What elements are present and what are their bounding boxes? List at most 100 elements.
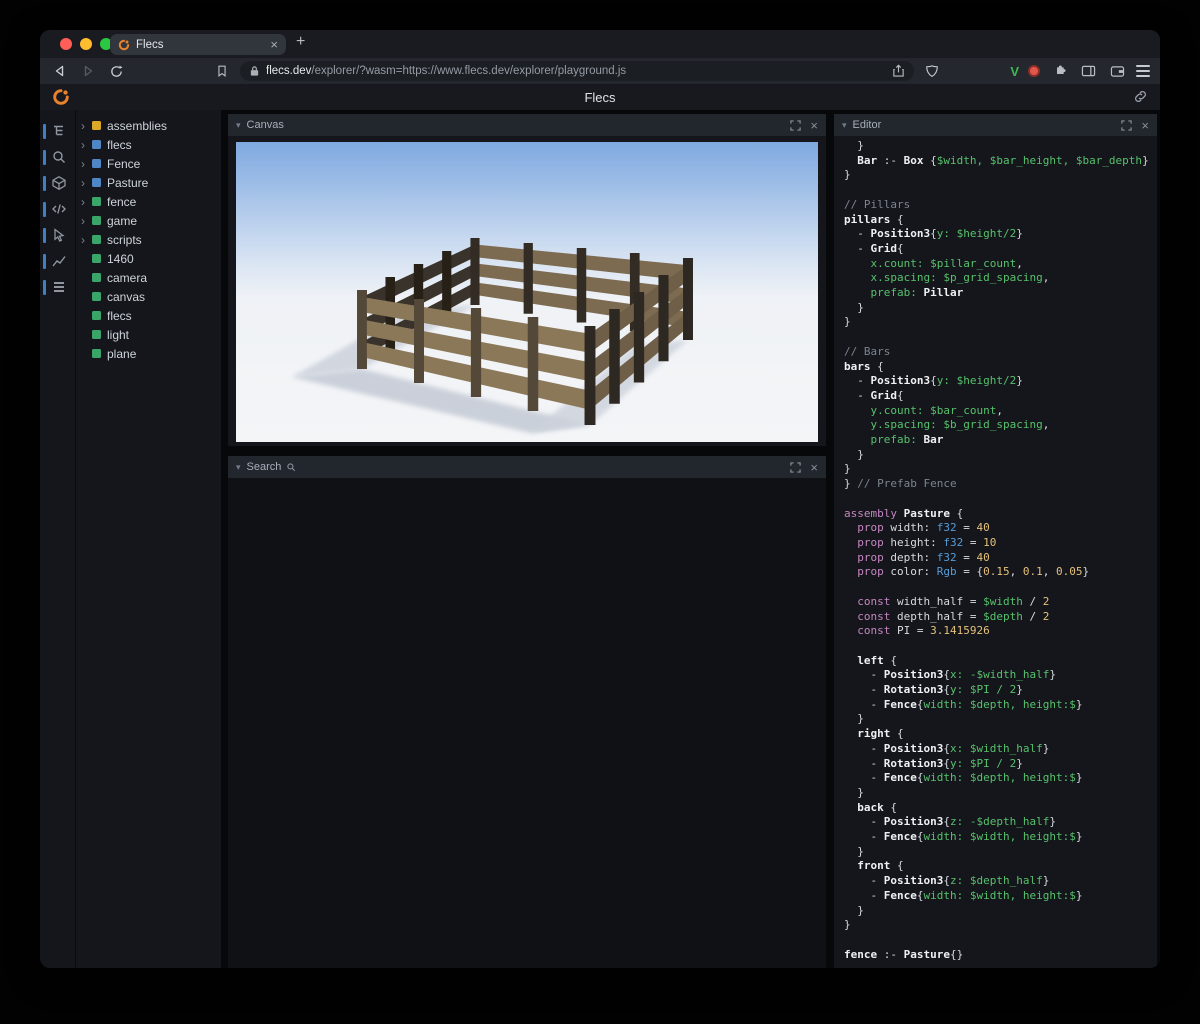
tree-item-1460[interactable]: 1460: [76, 249, 221, 268]
sidebar-code-button[interactable]: [40, 196, 75, 222]
collapse-chevron-icon[interactable]: ▾: [236, 462, 241, 473]
tree-item-fence[interactable]: › fence: [76, 192, 221, 211]
code-line: bars {: [844, 359, 884, 373]
sidebar-inspect-button[interactable]: [40, 222, 75, 248]
tab-title: Flecs: [136, 38, 164, 51]
entity-color-square: [92, 121, 101, 130]
active-indicator: [43, 227, 46, 243]
entity-color-square: [92, 140, 101, 149]
sidebar-search-button[interactable]: [40, 144, 75, 170]
browser-window: Flecs × + flecs.dev/explorer/?wasm=https…: [40, 30, 1160, 968]
close-panel-icon[interactable]: ×: [810, 461, 818, 474]
expand-panel-icon[interactable]: [1121, 119, 1133, 131]
entity-color-square: [92, 330, 101, 339]
editor-panel: ▾ Editor × } Bar :- Box {$width, $bar_he…: [834, 114, 1157, 968]
entity-label: plane: [107, 346, 137, 361]
search-panel: ▾ Search ×: [228, 456, 826, 968]
url-bar[interactable]: flecs.dev/explorer/?wasm=https://www.fle…: [240, 61, 915, 81]
menu-button[interactable]: [1136, 65, 1150, 77]
search-panel-body[interactable]: [228, 478, 826, 968]
sidebar-stats-button[interactable]: [40, 248, 75, 274]
tree-item-flecs[interactable]: flecs: [76, 306, 221, 325]
expand-chevron-icon[interactable]: ›: [81, 196, 92, 208]
expand-panel-icon[interactable]: [790, 461, 802, 473]
code-line: assembly Pasture {: [844, 506, 964, 520]
code-line: back {: [857, 800, 897, 814]
expand-chevron-icon[interactable]: ›: [81, 139, 92, 151]
code-line: }: [844, 462, 851, 476]
active-indicator: [43, 149, 46, 165]
window-minimize-button[interactable]: [80, 38, 92, 50]
new-tab-button[interactable]: +: [296, 33, 305, 51]
back-button[interactable]: [50, 61, 70, 81]
entity-label: camera: [107, 270, 148, 285]
expand-chevron-icon[interactable]: ›: [81, 177, 92, 189]
code-line: }: [844, 844, 864, 858]
sidebar-tree-button[interactable]: [40, 118, 75, 144]
browser-tab[interactable]: Flecs ×: [110, 34, 286, 55]
editor-code[interactable]: } Bar :- Box {$width, $bar_height, $bar_…: [834, 136, 1157, 968]
tree-item-canvas[interactable]: canvas: [76, 287, 221, 306]
canvas-panel-body: [228, 136, 826, 446]
tab-strip: Flecs × +: [40, 30, 1160, 58]
search-panel-header[interactable]: ▾ Search ×: [228, 456, 826, 478]
expand-chevron-icon[interactable]: ›: [81, 120, 92, 132]
entity-color-square: [92, 178, 101, 187]
sidebar-entities-button[interactable]: [40, 170, 75, 196]
search-icon: [51, 149, 67, 165]
entity-label: canvas: [107, 289, 146, 304]
tree-item-flecs[interactable]: › flecs: [76, 135, 221, 154]
expand-panel-icon[interactable]: [790, 119, 802, 131]
canvas-panel: ▾ Canvas ×: [228, 114, 826, 446]
wallet-button[interactable]: [1107, 61, 1127, 81]
tab-close-icon[interactable]: ×: [270, 38, 278, 51]
code-line: // Bars: [844, 344, 891, 358]
tree-item-Pasture[interactable]: › Pasture: [76, 173, 221, 192]
expand-chevron-icon[interactable]: ›: [81, 158, 92, 170]
window-close-button[interactable]: [60, 38, 72, 50]
code-line: prop depth: f32 = 40: [857, 550, 990, 564]
code-line: }: [844, 300, 864, 314]
sidebar-queries-button[interactable]: [40, 274, 75, 300]
lock-icon[interactable]: [249, 65, 260, 77]
bookmark-button[interactable]: [212, 61, 232, 81]
share-button[interactable]: [892, 64, 905, 78]
tree-item-camera[interactable]: camera: [76, 268, 221, 287]
extensions-puzzle-button[interactable]: [1049, 61, 1069, 81]
code-line: - Position3{z: $depth_half}: [844, 874, 1050, 888]
brave-shield-button[interactable]: [922, 61, 942, 81]
sidebar-toggle-button[interactable]: [1078, 61, 1098, 81]
cursor-icon: [51, 227, 67, 243]
panel-title: Search: [246, 461, 282, 473]
entity-label: Pasture: [107, 175, 149, 190]
expand-chevron-icon[interactable]: ›: [81, 234, 92, 246]
entity-color-square: [92, 273, 101, 282]
code-line: }: [844, 712, 864, 726]
extension-icon-v[interactable]: V: [1010, 64, 1019, 79]
tree-item-scripts[interactable]: › scripts: [76, 230, 221, 249]
forward-button[interactable]: [78, 61, 98, 81]
close-panel-icon[interactable]: ×: [810, 119, 818, 132]
editor-panel-header[interactable]: ▾ Editor ×: [834, 114, 1157, 136]
tree-item-light[interactable]: light: [76, 325, 221, 344]
canvas-3d-scene[interactable]: [236, 142, 818, 442]
extension-icon-red[interactable]: [1028, 65, 1040, 77]
tree-item-Fence[interactable]: › Fence: [76, 154, 221, 173]
expand-chevron-icon[interactable]: ›: [81, 215, 92, 227]
collapse-chevron-icon[interactable]: ▾: [842, 120, 847, 131]
code-line: }: [844, 918, 851, 932]
tree-item-game[interactable]: › game: [76, 211, 221, 230]
extensions-cluster: V: [1010, 61, 1150, 81]
share-link-icon[interactable]: [1133, 89, 1148, 104]
entity-color-square: [92, 216, 101, 225]
tree-item-plane[interactable]: plane: [76, 344, 221, 363]
canvas-panel-header[interactable]: ▾ Canvas ×: [228, 114, 826, 136]
code-line: const depth_half = $depth / 2: [857, 609, 1050, 623]
tree-item-assemblies[interactable]: › assemblies: [76, 116, 221, 135]
collapse-chevron-icon[interactable]: ▾: [236, 120, 241, 131]
close-panel-icon[interactable]: ×: [1141, 119, 1149, 132]
reload-button[interactable]: [106, 61, 126, 81]
code-line: - Position3{x: $width_half}: [844, 741, 1050, 755]
